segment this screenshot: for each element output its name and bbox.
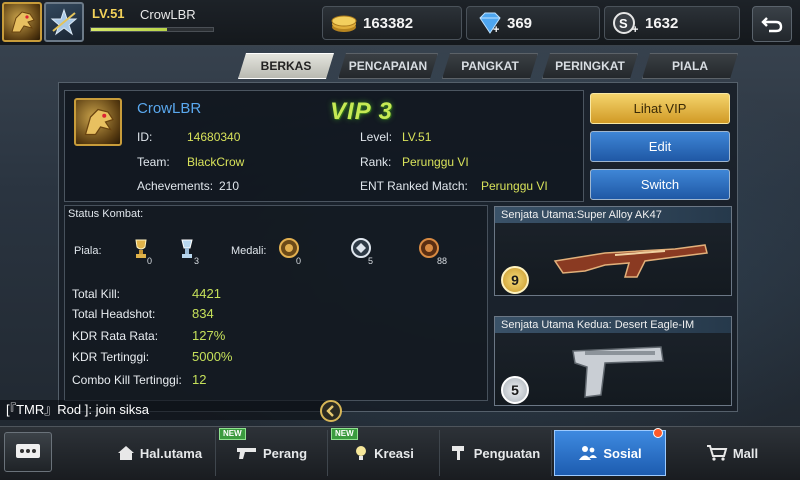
tab-pencapaian[interactable]: PENCAPAIAN bbox=[338, 53, 438, 79]
pistol-icon bbox=[572, 346, 664, 398]
player-level: LV.51 bbox=[92, 6, 125, 21]
rifle-icon bbox=[553, 244, 708, 278]
stat-value: 4421 bbox=[192, 286, 221, 301]
silver-medal-count: 5 bbox=[368, 256, 374, 266]
stat-label: Total Kill: bbox=[72, 287, 121, 301]
player-name: CrowLBR bbox=[140, 7, 196, 22]
chat-line[interactable]: [『TMR』Rod ]: join siksa bbox=[0, 400, 340, 420]
nav-mall[interactable]: Mall bbox=[668, 430, 796, 476]
chevron-left-icon bbox=[326, 405, 334, 417]
rank-emblem[interactable] bbox=[44, 2, 84, 42]
gold-counter[interactable]: 163382 bbox=[322, 6, 462, 40]
nav-label: Perang bbox=[262, 445, 308, 461]
view-vip-button[interactable]: Lihat VIP bbox=[590, 93, 730, 124]
tab-pangkat[interactable]: PANGKAT bbox=[442, 53, 538, 79]
stat-value: 12 bbox=[192, 372, 207, 387]
stat-label: KDR Tertinggi: bbox=[72, 350, 150, 364]
xp-bar-fill bbox=[91, 28, 167, 31]
cart-icon bbox=[706, 445, 728, 461]
rank-value: Perunggu VI bbox=[402, 155, 469, 169]
stat-value: 834 bbox=[192, 306, 214, 321]
nav-hal-utama[interactable]: Hal.utama bbox=[104, 430, 216, 476]
stat-label: Total Headshot: bbox=[72, 307, 156, 321]
gold-trophy-count: 0 bbox=[147, 256, 153, 266]
xp-bar bbox=[90, 27, 214, 32]
star-rank-icon bbox=[50, 8, 78, 36]
svg-text:+: + bbox=[632, 24, 638, 34]
back-button[interactable] bbox=[752, 6, 792, 42]
nav-penguatan[interactable]: Penguatan bbox=[440, 430, 552, 476]
silver-amount: 1632 bbox=[645, 14, 679, 32]
tab-berkas[interactable]: BERKAS bbox=[238, 53, 334, 79]
primary-weapon-level: 9 bbox=[501, 266, 529, 294]
new-badge: NEW bbox=[331, 428, 358, 440]
chat-bubble-icon bbox=[16, 444, 40, 458]
tab-peringkat[interactable]: PERINGKAT bbox=[542, 53, 638, 79]
nav-label: Penguatan bbox=[473, 445, 541, 461]
notification-dot bbox=[653, 428, 663, 438]
nav-label: Sosial bbox=[603, 445, 642, 461]
people-icon bbox=[579, 446, 598, 460]
hammer-icon bbox=[451, 446, 464, 460]
silver-counter[interactable]: S + 1632 bbox=[604, 6, 740, 40]
svg-text:S: S bbox=[619, 16, 628, 31]
new-badge: NEW bbox=[219, 428, 246, 440]
chat-collapse-button[interactable] bbox=[320, 400, 342, 422]
diamond-icon: + bbox=[473, 12, 503, 34]
profile-avatar[interactable] bbox=[74, 98, 122, 146]
achievements-label: Achevements: bbox=[137, 179, 214, 193]
diamond-counter[interactable]: + 369 bbox=[466, 6, 600, 40]
rank-label: Rank: bbox=[360, 155, 392, 169]
secondary-weapon-title: Senjata Utama Kedua: Desert Eagle-IM bbox=[495, 317, 731, 333]
gold-coins-icon bbox=[329, 12, 359, 34]
secondary-weapon-level: 5 bbox=[501, 376, 529, 404]
trophy-label: Piala: bbox=[74, 245, 102, 257]
edit-button[interactable]: Edit bbox=[590, 131, 730, 162]
player-avatar[interactable] bbox=[2, 2, 42, 42]
nav-label: Mall bbox=[732, 445, 759, 461]
crow-emblem-icon bbox=[84, 108, 114, 136]
team-value: BlackCrow bbox=[187, 155, 245, 169]
chat-menu-button[interactable] bbox=[4, 432, 52, 472]
ent-rank-label: ENT Ranked Match: bbox=[360, 179, 468, 193]
team-label: Team: bbox=[137, 155, 170, 169]
crow-emblem-icon bbox=[11, 11, 35, 33]
stat-value: 127% bbox=[192, 328, 226, 343]
stat-value: 5000% bbox=[192, 349, 233, 364]
id-value: 14680340 bbox=[187, 130, 241, 144]
pistol-icon bbox=[236, 448, 256, 459]
status-title: Status Kombat: bbox=[68, 208, 144, 220]
silver-trophy-icon bbox=[180, 238, 194, 265]
silver-trophy-count: 3 bbox=[194, 256, 200, 266]
profile-name: CrowLBR bbox=[137, 100, 202, 117]
stat-label: Combo Kill Tertinggi: bbox=[72, 373, 182, 387]
back-arrow-icon bbox=[761, 17, 783, 33]
stat-label: KDR Rata Rata: bbox=[72, 329, 159, 343]
level-value: LV.51 bbox=[402, 130, 432, 144]
gold-medal-count: 0 bbox=[296, 256, 302, 266]
id-label: ID: bbox=[137, 130, 153, 144]
level-label: Level: bbox=[360, 130, 393, 144]
silver-coin-icon: S + bbox=[611, 12, 641, 34]
achievements-value: 210 bbox=[219, 179, 240, 193]
primary-weapon-title: Senjata Utama:Super Alloy AK47 bbox=[495, 207, 731, 223]
bulb-icon bbox=[356, 446, 367, 460]
nav-label: Hal.utama bbox=[139, 445, 203, 461]
primary-weapon-card[interactable]: Senjata Utama:Super Alloy AK47 9 bbox=[494, 206, 732, 296]
ent-rank-value: Perunggu VI bbox=[481, 179, 548, 193]
vip-badge: VIP 3 bbox=[330, 98, 393, 125]
tab-piala[interactable]: PIALA bbox=[642, 53, 738, 79]
switch-button[interactable]: Switch bbox=[590, 169, 730, 200]
nav-sosial[interactable]: Sosial bbox=[554, 430, 666, 476]
gold-amount: 163382 bbox=[363, 14, 414, 32]
svg-text:+: + bbox=[493, 24, 499, 34]
combat-status-panel bbox=[64, 205, 488, 401]
home-icon bbox=[117, 446, 134, 460]
medal-label: Medali: bbox=[231, 245, 267, 257]
nav-label: Kreasi bbox=[374, 445, 414, 461]
secondary-weapon-card[interactable]: Senjata Utama Kedua: Desert Eagle-IM 5 bbox=[494, 316, 732, 406]
diamond-amount: 369 bbox=[507, 14, 533, 32]
bronze-medal-count: 88 bbox=[437, 256, 448, 266]
